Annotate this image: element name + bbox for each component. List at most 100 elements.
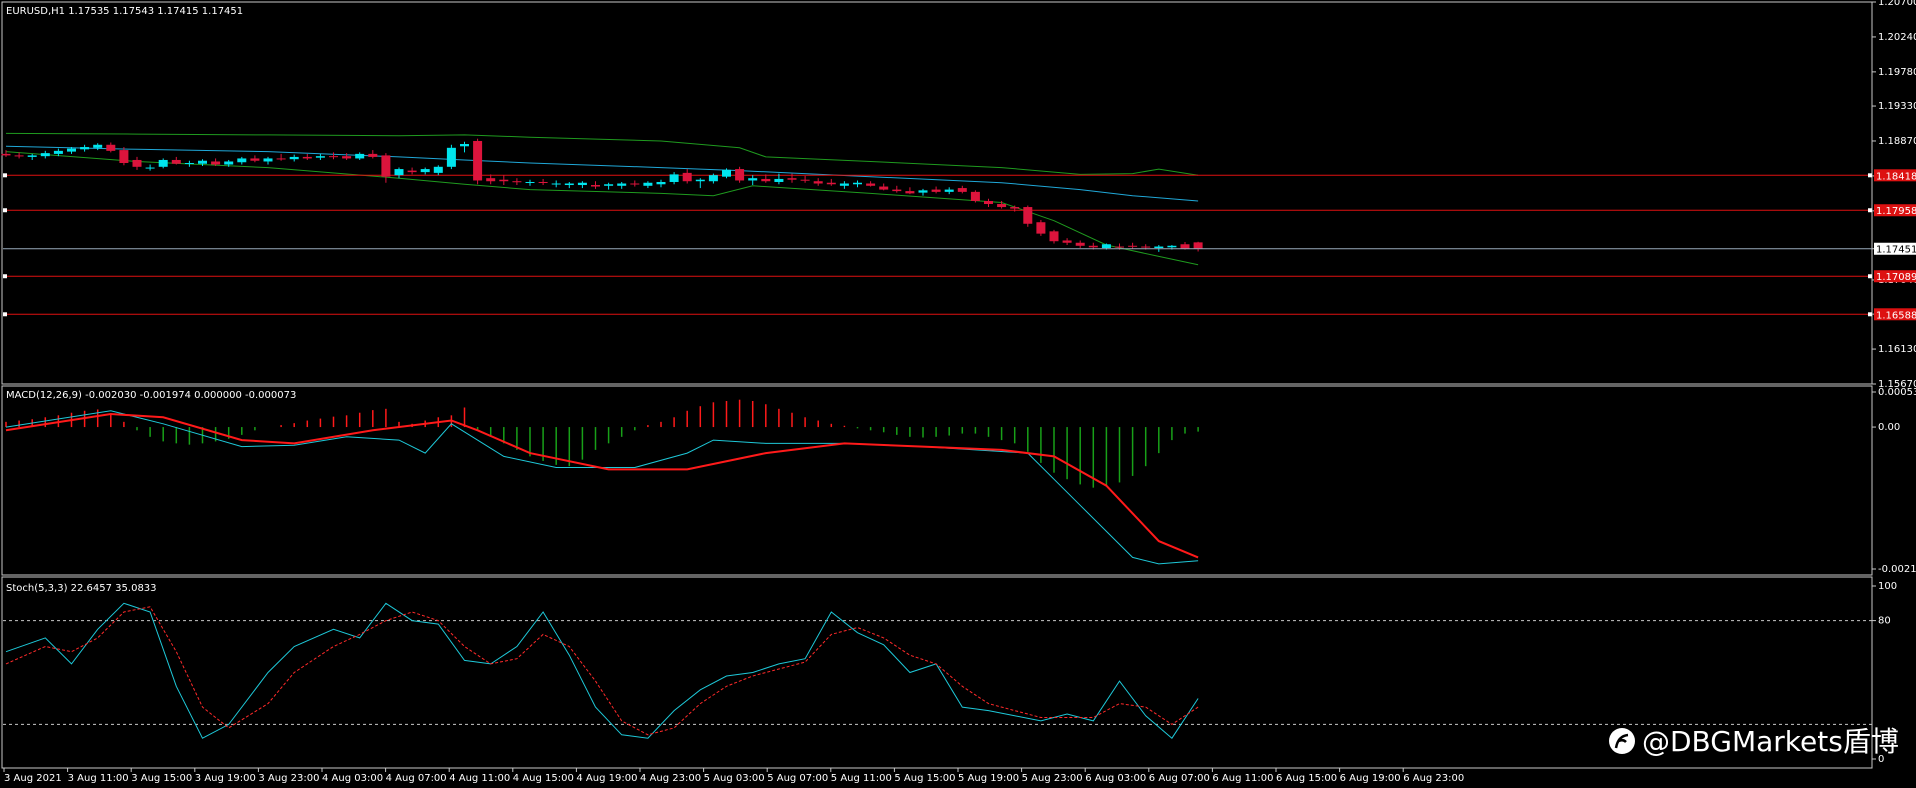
stoch-y-tick-label: 100: [1878, 581, 1897, 592]
candle-body: [250, 158, 260, 161]
level-left-handle: [3, 312, 7, 317]
candle-body: [682, 172, 692, 182]
level-price-label: 1.16588: [1876, 310, 1916, 321]
price-y-tick-label: 1.18870: [1878, 136, 1916, 147]
candle-body: [525, 181, 535, 183]
x-tick-label: 4 Aug 03:00: [322, 773, 383, 784]
candle-body: [263, 158, 273, 162]
stoch-panel-title: Stoch(5,3,3) 22.6457 35.0833: [6, 583, 157, 594]
candle-body: [53, 150, 63, 154]
candle-body: [866, 183, 876, 186]
level-left-handle: [3, 274, 7, 279]
candle-body: [329, 156, 338, 158]
x-tick-label: 5 Aug 03:00: [704, 773, 765, 784]
candle-body: [1, 153, 11, 156]
macd-y-tick-label: 0.000538: [1878, 387, 1916, 398]
x-tick-label: 3 Aug 11:00: [68, 773, 129, 784]
candle-body: [184, 163, 194, 165]
candle-body: [368, 153, 378, 157]
candle-body: [473, 140, 483, 181]
level-price-label: 1.17089: [1876, 272, 1916, 283]
candle-body: [957, 188, 967, 192]
candle-body: [1180, 244, 1190, 249]
level-right-handle: [1868, 312, 1872, 317]
candle-body: [132, 159, 142, 167]
candle-body: [93, 144, 103, 148]
candle-body: [1193, 242, 1203, 249]
x-tick-label: 4 Aug 19:00: [576, 773, 637, 784]
x-tick-label: 3 Aug 15:00: [131, 773, 192, 784]
candle-body: [669, 174, 679, 182]
candle-body: [879, 186, 889, 190]
candle-body: [1154, 246, 1164, 249]
candle-body: [145, 167, 155, 169]
level-price-label: 1.17958: [1876, 206, 1916, 217]
candle-body: [1036, 222, 1046, 234]
x-tick-label: 5 Aug 11:00: [831, 773, 892, 784]
level-price-label: 1.18418: [1876, 171, 1916, 182]
candle-body: [604, 184, 614, 186]
candle-body: [826, 182, 836, 185]
candle-body: [446, 147, 456, 167]
candle-body: [302, 156, 312, 159]
candle-body: [460, 144, 469, 147]
candle-body: [1167, 245, 1177, 248]
candle-body: [1101, 244, 1111, 249]
candle-body: [748, 178, 758, 181]
candle-body: [171, 159, 181, 164]
price-y-tick-label: 1.16130: [1878, 344, 1916, 355]
level-right-handle: [1868, 173, 1872, 178]
x-tick-label: 4 Aug 11:00: [449, 773, 510, 784]
candle-body: [577, 182, 587, 186]
current-price-label: 1.17451: [1876, 245, 1916, 256]
x-tick-label: 3 Aug 23:00: [258, 773, 319, 784]
x-tick-label: 6 Aug 11:00: [1212, 773, 1273, 784]
candle-body: [695, 179, 705, 182]
candle-body: [1049, 231, 1059, 242]
candle-body: [158, 159, 168, 167]
candle-body: [643, 182, 653, 186]
x-tick-label: 6 Aug 23:00: [1403, 773, 1464, 784]
candle-body: [1075, 242, 1085, 246]
price-y-tick-label: 1.19330: [1878, 101, 1916, 112]
candle-body: [106, 144, 116, 151]
candle-body: [198, 160, 207, 164]
candle-body: [381, 155, 391, 177]
candle-body: [787, 178, 797, 180]
candle-body: [813, 181, 823, 184]
x-tick-label: 4 Aug 07:00: [386, 773, 447, 784]
macd-y-tick-label: 0.00: [1878, 422, 1900, 433]
candle-body: [970, 191, 980, 201]
candle-body: [1088, 245, 1098, 248]
price-y-tick-label: 1.20240: [1878, 32, 1916, 43]
watermark-text: @DBGMarkets盾博: [1642, 725, 1899, 758]
level-left-handle: [3, 173, 7, 178]
macd-panel-title: MACD(12,26,9) -0.002030 -0.001974 0.0000…: [6, 390, 296, 401]
x-tick-label: 6 Aug 15:00: [1276, 773, 1337, 784]
candle-body: [630, 183, 640, 185]
candle-body: [918, 190, 928, 193]
candle-body: [512, 181, 522, 183]
x-tick-label: 6 Aug 19:00: [1340, 773, 1401, 784]
candle-body: [591, 185, 600, 187]
candle-body: [1141, 246, 1151, 248]
candle-body: [1010, 207, 1020, 209]
candle-body: [420, 169, 430, 173]
price-panel-title: EURUSD,H1 1.17535 1.17543 1.17415 1.1745…: [6, 6, 243, 17]
x-tick-label: 3 Aug 2021: [4, 773, 62, 784]
candle-body: [997, 204, 1007, 208]
candle-body: [617, 183, 627, 186]
candle-body: [735, 169, 745, 181]
trading-chart[interactable]: 1.20700 1.20240 1.19780 1.19330 1.18870 1.184…: [0, 0, 1916, 788]
candle-body: [1115, 246, 1124, 248]
level-right-handle: [1868, 208, 1872, 213]
x-tick-label: 4 Aug 23:00: [640, 773, 701, 784]
candle-body: [211, 161, 221, 165]
candle-body: [433, 166, 443, 173]
candle-body: [486, 178, 496, 182]
candle-body: [224, 161, 234, 165]
candle-body: [499, 179, 509, 182]
price-y-tick-label: 1.20700: [1878, 0, 1916, 8]
candle-body: [538, 181, 548, 183]
candle-body: [289, 156, 299, 160]
